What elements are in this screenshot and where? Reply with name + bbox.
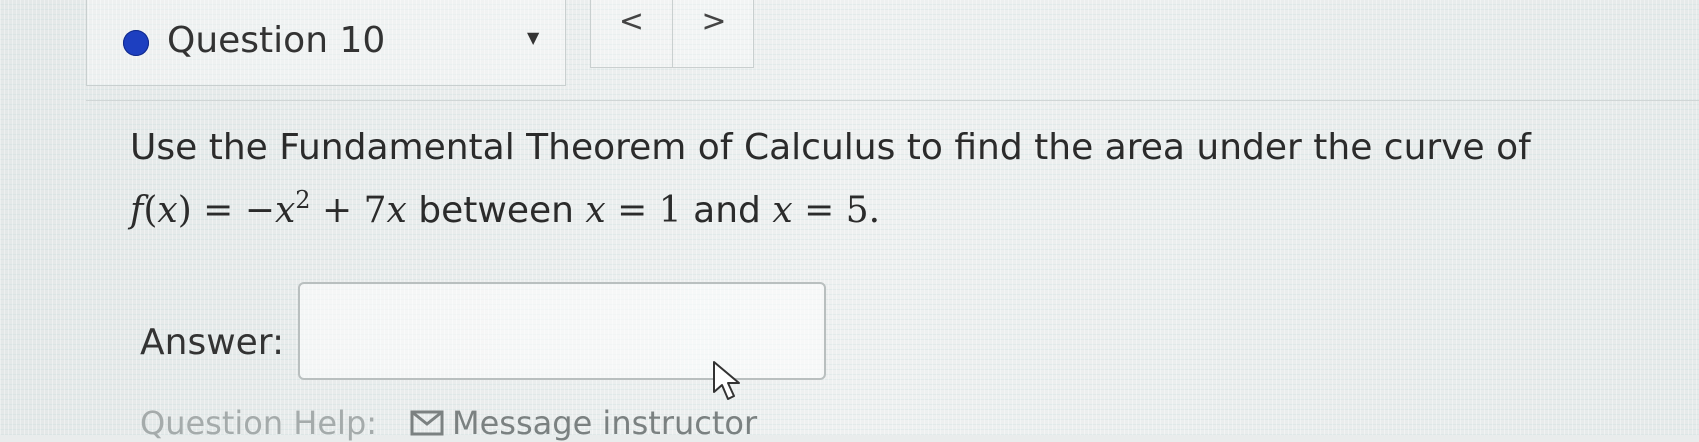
word-and: and	[693, 190, 761, 231]
math-equals: =	[191, 190, 245, 231]
message-instructor-label: Message instructor	[452, 404, 758, 442]
prompt-line-1: Use the Fundamental Theorem of Calculus …	[130, 127, 1531, 168]
math-upper-bound: = 5.	[792, 190, 881, 231]
question-title: Question 10	[167, 20, 386, 61]
math-x-squared: x	[274, 190, 296, 231]
status-dot-icon	[123, 30, 149, 56]
envelope-icon	[410, 410, 444, 436]
math-x-linear: x	[386, 190, 407, 231]
math-exponent: 2	[295, 186, 311, 214]
math-x-upper: x	[772, 190, 793, 231]
question-prompt: Use the Fundamental Theorem of Calculus …	[130, 122, 1610, 237]
question-selector[interactable]: Question 10 ▼	[86, 0, 566, 86]
next-question-button[interactable]: >	[673, 0, 755, 68]
math-minus: −	[244, 190, 275, 231]
mouse-pointer-icon	[713, 361, 740, 400]
caret-down-icon[interactable]: ▼	[527, 28, 539, 47]
message-instructor-link[interactable]: Message instructor	[410, 404, 757, 442]
math-rparen: )	[177, 190, 192, 231]
chevron-right-icon: >	[701, 4, 727, 39]
question-nav: < >	[590, 0, 754, 68]
math-f: f	[130, 190, 144, 231]
math-x-lower: x	[585, 190, 606, 231]
math-lparen: (	[143, 190, 158, 231]
math-plus: +	[310, 190, 364, 231]
prompt-line-2: f(x) = −x2 + 7x between x = 1 and x = 5.	[130, 174, 1610, 237]
math-x: x	[157, 190, 178, 231]
screen: Question 10 ▼ < > Use the Fundamental Th…	[0, 0, 1699, 442]
word-between: between	[418, 190, 574, 231]
answer-input[interactable]	[298, 282, 826, 380]
math-lower-bound: = 1	[605, 190, 682, 231]
question-help-label: Question Help:	[140, 404, 378, 442]
chevron-left-icon: <	[618, 4, 645, 39]
answer-label: Answer:	[140, 322, 285, 363]
math-coef: 7	[363, 190, 387, 231]
divider	[86, 100, 1699, 101]
previous-question-button[interactable]: <	[591, 0, 673, 68]
